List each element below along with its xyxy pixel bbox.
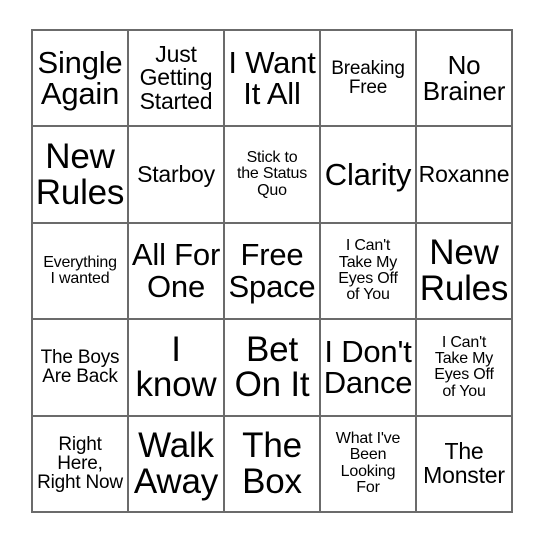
bingo-cell-r5c2[interactable]: Walk Away bbox=[129, 416, 225, 513]
bingo-cell-label: The Monster bbox=[423, 438, 505, 488]
bingo-cell-free-space[interactable]: Free Space bbox=[225, 223, 321, 321]
bingo-cell-label: Clarity bbox=[324, 156, 412, 192]
bingo-cell-r5c3[interactable]: The Box bbox=[225, 416, 321, 513]
bingo-cell-r4c3[interactable]: Bet On It bbox=[225, 320, 321, 417]
bingo-cell-label: Right Here, Right Now bbox=[37, 433, 123, 494]
bingo-cell-r3c1[interactable]: Everything I wanted bbox=[33, 223, 129, 321]
bingo-cell-label: I Don't Dance bbox=[323, 333, 413, 401]
bingo-cell-label: I Want It All bbox=[228, 44, 316, 112]
bingo-cell-label: Starboy bbox=[137, 160, 215, 187]
bingo-cell-r1c5[interactable]: No Brainer bbox=[417, 31, 513, 128]
bingo-cell-r5c1[interactable]: Right Here, Right Now bbox=[33, 416, 129, 513]
bingo-cell-label: The Boys Are Back bbox=[40, 347, 120, 388]
bingo-cell-r2c1[interactable]: New Rules bbox=[33, 127, 129, 224]
bingo-cell-label: All For One bbox=[131, 237, 221, 304]
bingo-cell-label: Bet On It bbox=[234, 329, 310, 405]
bingo-cell-label: I know bbox=[135, 329, 217, 405]
bingo-cell-label: Single Again bbox=[37, 44, 123, 112]
bingo-cell-r4c1[interactable]: The Boys Are Back bbox=[33, 320, 129, 417]
bingo-cell-r5c5[interactable]: The Monster bbox=[417, 416, 513, 513]
bingo-card-grid: Single Again Just Getting Started I Want… bbox=[31, 29, 513, 513]
bingo-cell-label: Walk Away bbox=[133, 426, 219, 501]
bingo-cell-r1c2[interactable]: Just Getting Started bbox=[129, 31, 225, 128]
bingo-cell-r3c5[interactable]: New Rules bbox=[417, 223, 513, 321]
bingo-cell-r2c3[interactable]: Stick to the Status Quo bbox=[225, 127, 321, 224]
bingo-cell-r4c5[interactable]: I Can't Take My Eyes Off of You bbox=[417, 320, 513, 417]
bingo-cell-label: New Rules bbox=[35, 136, 125, 212]
bingo-cell-r1c1[interactable]: Single Again bbox=[33, 31, 129, 128]
bingo-cell-r2c2[interactable]: Starboy bbox=[129, 127, 225, 224]
bingo-cell-label: Free Space bbox=[228, 237, 316, 304]
bingo-cell-r2c4[interactable]: Clarity bbox=[321, 127, 417, 224]
bingo-cell-r1c4[interactable]: Breaking Free bbox=[321, 31, 417, 128]
bingo-cell-label: Breaking Free bbox=[331, 57, 405, 99]
bingo-cell-label: What I've Been Looking For bbox=[335, 430, 401, 497]
bingo-cell-label: I Can't Take My Eyes Off of You bbox=[338, 237, 398, 304]
bingo-cell-label: I Can't Take My Eyes Off of You bbox=[434, 333, 494, 400]
bingo-cell-label: Roxanne bbox=[418, 160, 510, 187]
bingo-cell-r1c3[interactable]: I Want It All bbox=[225, 31, 321, 128]
bingo-cell-r5c4[interactable]: What I've Been Looking For bbox=[321, 416, 417, 513]
bingo-cell-label: Stick to the Status Quo bbox=[236, 149, 308, 199]
bingo-cell-r3c4[interactable]: I Can't Take My Eyes Off of You bbox=[321, 223, 417, 321]
bingo-cell-label: New Rules bbox=[419, 233, 509, 308]
bingo-cell-r3c2[interactable]: All For One bbox=[129, 223, 225, 321]
bingo-cell-r4c2[interactable]: I know bbox=[129, 320, 225, 417]
bingo-cell-r4c4[interactable]: I Don't Dance bbox=[321, 320, 417, 417]
bingo-cell-label: No Brainer bbox=[422, 49, 506, 107]
bingo-cell-label: Everything I wanted bbox=[43, 253, 117, 287]
bingo-cell-r2c5[interactable]: Roxanne bbox=[417, 127, 513, 224]
bingo-cell-label: Just Getting Started bbox=[139, 41, 213, 114]
bingo-cell-label: The Box bbox=[242, 426, 302, 501]
